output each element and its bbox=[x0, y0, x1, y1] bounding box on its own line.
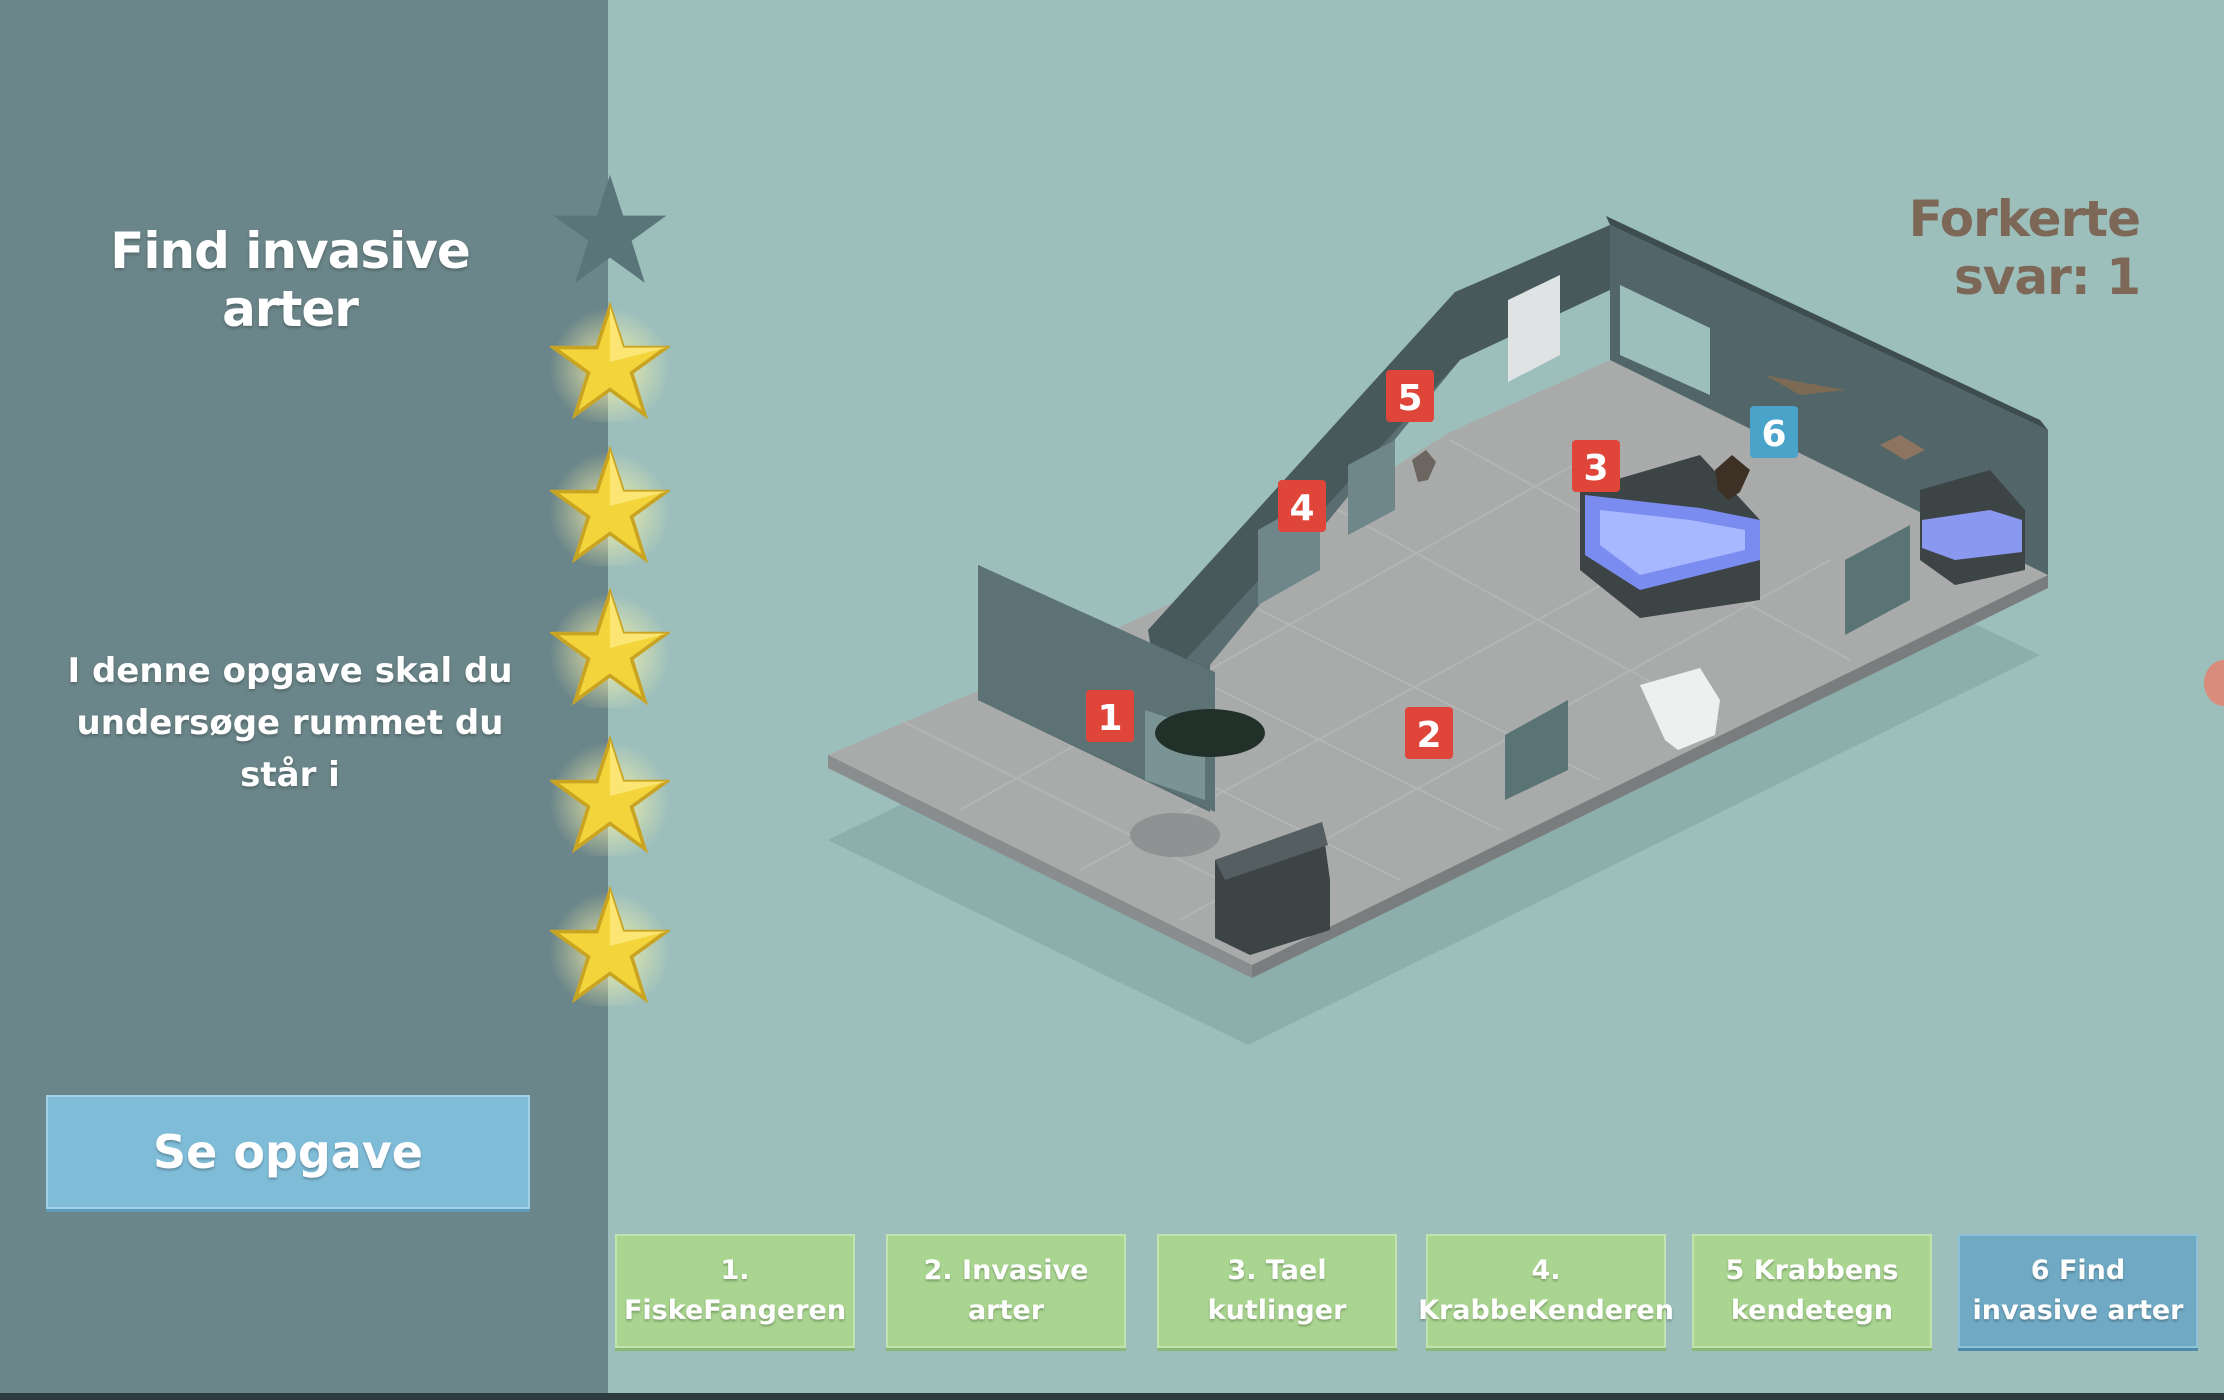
marker-1[interactable]: 1 bbox=[1086, 690, 1134, 742]
see-task-button[interactable]: Se opgave bbox=[46, 1095, 530, 1209]
tab-3-tael-kutlinger[interactable]: 3. Tael kutlinger bbox=[1157, 1234, 1397, 1348]
marker-2[interactable]: 2 bbox=[1405, 707, 1453, 759]
task-description: I denne opgave skal du undersøge rummet … bbox=[67, 651, 513, 795]
tab-6-find-invasive-arter[interactable]: 6 Find invasive arter bbox=[1958, 1234, 2198, 1348]
tab-1-fiskefangeren[interactable]: 1. FiskeFangeren bbox=[615, 1234, 855, 1348]
round-table bbox=[1155, 709, 1265, 757]
marker-3[interactable]: 3 bbox=[1572, 440, 1620, 492]
svg-text:3: 3 bbox=[1583, 448, 1608, 489]
svg-text:5: 5 bbox=[1397, 378, 1422, 419]
task-title: Find invasive arter bbox=[110, 222, 471, 338]
marker-5[interactable]: 5 bbox=[1386, 370, 1434, 422]
room-scene[interactable]: 1 2 3 4 5 6 bbox=[608, 0, 2224, 1393]
svg-text:6: 6 bbox=[1761, 414, 1786, 455]
tab-4-krabbekenderen[interactable]: 4. KrabbeKenderen bbox=[1418, 1234, 1674, 1348]
svg-text:4: 4 bbox=[1289, 488, 1314, 529]
marker-4[interactable]: 4 bbox=[1278, 480, 1326, 532]
svg-text:2: 2 bbox=[1416, 715, 1441, 756]
tab-5-krabbens-kendetegn[interactable]: 5 Krabbens kendetegn bbox=[1692, 1234, 1932, 1348]
bottom-border bbox=[0, 1393, 2224, 1400]
tab-2-invasive-arter[interactable]: 2. Invasive arter bbox=[886, 1234, 1126, 1348]
svg-text:1: 1 bbox=[1097, 698, 1122, 739]
marker-6[interactable]: 6 bbox=[1750, 406, 1798, 458]
sidebar-panel: Find invasive arter I denne opgave skal … bbox=[0, 0, 608, 1393]
